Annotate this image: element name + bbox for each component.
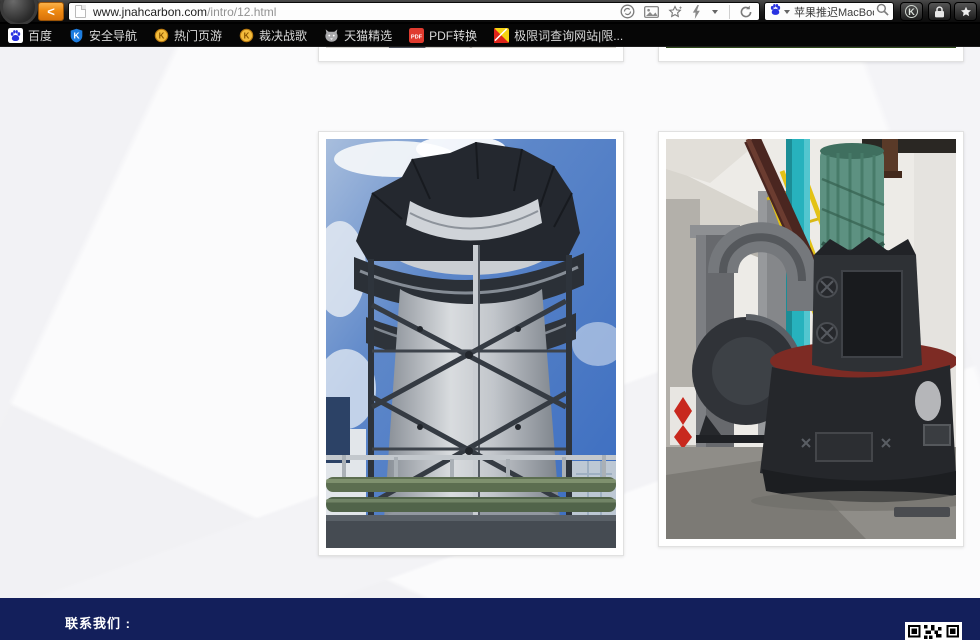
svg-text:K: K: [73, 30, 79, 40]
page-icon: [75, 5, 86, 18]
baidu-paw-icon[interactable]: [769, 3, 782, 21]
bookmark-label: 安全导航: [89, 27, 137, 44]
bookmark-zhanage[interactable]: K 裁决战歌: [239, 27, 307, 44]
search-icon[interactable]: [876, 3, 889, 21]
bookmark-pdf-convert[interactable]: PDF PDF转换: [409, 27, 477, 44]
bookmark-label: 裁决战歌: [259, 27, 307, 44]
grinding-mill-photo: [658, 131, 964, 547]
industrial-tower-photo: [318, 131, 624, 556]
lightning-icon[interactable]: [692, 5, 701, 19]
k-plugin-button[interactable]: K: [900, 2, 923, 21]
previous-photo-card-left: [318, 47, 624, 62]
lock-button[interactable]: [928, 2, 951, 21]
bookmark-label: 热门页游: [174, 27, 222, 44]
svg-text:K: K: [244, 31, 250, 40]
tower-photo-graphic: [326, 139, 616, 548]
caret-down-icon[interactable]: [712, 10, 718, 14]
search-engine-caret-icon[interactable]: [784, 10, 790, 14]
search-box[interactable]: 苹果推迟MacBook...: [764, 2, 894, 21]
bookmark-hot-games[interactable]: K 热门页游: [154, 27, 222, 44]
pdf-icon: PDF: [409, 28, 424, 43]
svg-text:K: K: [159, 31, 165, 40]
k-icon: K: [905, 5, 918, 18]
gold-coin-icon: K: [154, 28, 169, 43]
lock-icon: [934, 6, 945, 18]
browser-logo-icon[interactable]: [0, 0, 38, 26]
circle-arrows-icon[interactable]: [620, 4, 635, 19]
contact-label: 联系我们 :: [65, 613, 131, 632]
svg-text:PDF: PDF: [411, 34, 423, 40]
address-bar-actions: [620, 4, 753, 19]
bookmark-label: PDF转换: [429, 27, 477, 44]
bookmark-label: 天猫精选: [344, 27, 392, 44]
bookmark-tmall[interactable]: 天猫精选: [324, 27, 392, 44]
url-path: /intro/12.html: [207, 5, 276, 19]
bookmark-label: 极限词查询网站|限...: [514, 27, 623, 44]
baidu-paw-icon: [8, 28, 23, 43]
back-button[interactable]: <: [38, 2, 64, 21]
divider: [729, 5, 730, 19]
gold-coin-icon: K: [239, 28, 254, 43]
bookmarks-bar: 百度 K 安全导航 K 热门页游 K 裁决战歌 天猫精选: [0, 24, 980, 47]
star-sparkle-icon[interactable]: [668, 5, 683, 19]
page-footer: 联系我们 :: [0, 598, 980, 640]
shield-k-icon: K: [69, 28, 84, 43]
url-domain: www.jnahcarbon.com: [93, 5, 207, 19]
red-yellow-flag-icon: [494, 28, 509, 43]
grass-photo: [666, 47, 956, 48]
browser-titlebar: < www.jnahcarbon.com/intro/12.html: [0, 0, 980, 23]
bookmark-baidu[interactable]: 百度: [8, 27, 52, 44]
url-text[interactable]: www.jnahcarbon.com/intro/12.html: [93, 5, 620, 19]
address-bar[interactable]: www.jnahcarbon.com/intro/12.html: [68, 2, 760, 21]
picture-icon[interactable]: [644, 6, 659, 18]
page-content: [0, 47, 980, 598]
reload-icon[interactable]: [739, 5, 753, 19]
qr-code: [905, 622, 962, 640]
bookmark-jixianci[interactable]: 极限词查询网站|限...: [494, 27, 623, 44]
browser-window: < www.jnahcarbon.com/intro/12.html: [0, 0, 980, 640]
concrete-ground-photo: [326, 47, 616, 48]
bookmark-safe-nav[interactable]: K 安全导航: [69, 27, 137, 44]
previous-photo-card-right: [658, 47, 964, 62]
mill-photo-graphic: [666, 139, 956, 539]
bookmark-label: 百度: [28, 27, 52, 44]
search-input[interactable]: 苹果推迟MacBook...: [794, 4, 874, 20]
favorites-button[interactable]: [954, 2, 977, 21]
star-icon: [960, 6, 972, 18]
tmall-cat-icon: [324, 28, 339, 43]
